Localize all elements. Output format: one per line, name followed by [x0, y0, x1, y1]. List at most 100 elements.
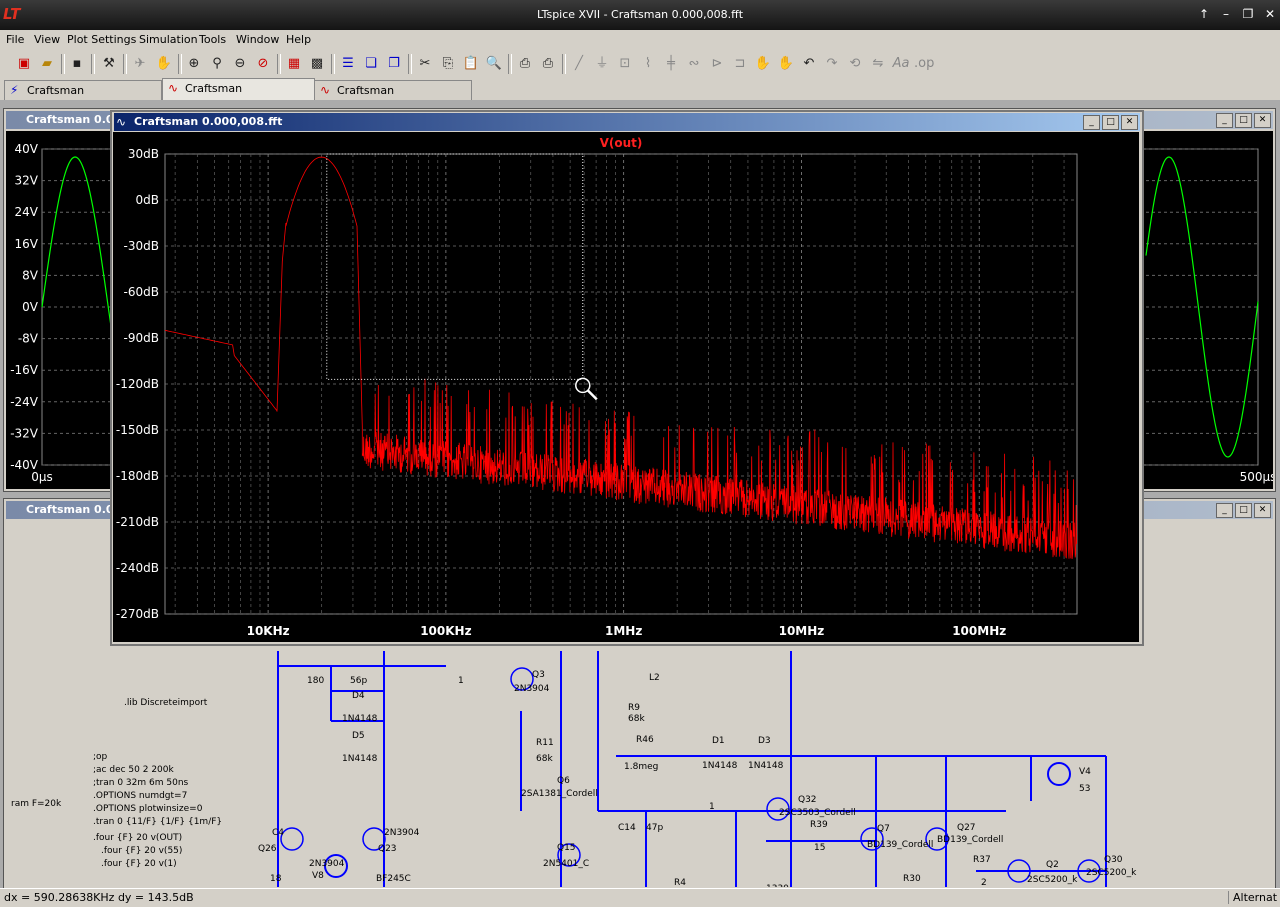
new-schematic-icon[interactable]: ▣: [14, 54, 34, 74]
redo-icon[interactable]: ↷: [822, 54, 842, 74]
window-close-button[interactable]: ✕: [1121, 115, 1138, 130]
spice-directive: .four {F} 20 v(55): [101, 846, 182, 856]
component-label: 1330: [766, 884, 789, 887]
component-label: Q32: [798, 795, 817, 805]
tab-fft[interactable]: ∿ Craftsman 0.000,008.fft: [162, 78, 315, 114]
text-icon[interactable]: Aa: [891, 54, 911, 74]
component-label: 2N3904: [514, 684, 550, 694]
y-tick-label: -90dB: [124, 331, 159, 345]
ground-icon[interactable]: ⏚: [592, 54, 612, 74]
control-panel-icon[interactable]: ⚒: [99, 54, 119, 74]
component-label: 1N4148: [702, 761, 738, 771]
tab-raw[interactable]: ∿ Craftsman 0.000,008.raw: [314, 80, 472, 116]
run-icon[interactable]: ✈: [130, 54, 150, 74]
component-label: 1N4148: [748, 761, 784, 771]
component-label: R46: [636, 735, 654, 745]
zoom-cancel-icon[interactable]: ⊘: [253, 54, 273, 74]
window-controls: _ □ ✕: [1214, 112, 1271, 128]
window-minimize-button[interactable]: _: [1083, 115, 1100, 130]
window-maximize-button[interactable]: □: [1235, 503, 1252, 518]
window-minimize-button[interactable]: _: [1216, 503, 1233, 518]
undo-icon[interactable]: ↶: [799, 54, 819, 74]
halt-icon[interactable]: ✋: [154, 54, 174, 74]
window-minimize-button[interactable]: _: [1216, 113, 1233, 128]
tab-schematic[interactable]: ⚡ Craftsman 0.000,008.asc: [4, 80, 162, 116]
component-label: 2SA1381_Cordell: [521, 789, 598, 799]
tile-vertical-icon[interactable]: ❐: [384, 54, 404, 74]
fft-window[interactable]: Craftsman 0.000,008.fft ∿ _ □ ✕ 30dB 0dB -30…: [110, 110, 1144, 646]
status-mode: Alternat: [1228, 891, 1277, 904]
component-label: Q7: [877, 824, 890, 834]
print-icon[interactable]: ⎙: [538, 54, 558, 74]
close-button[interactable]: ✕: [1260, 6, 1280, 22]
save-icon[interactable]: ▪: [67, 54, 87, 74]
component-label: 47p: [646, 823, 663, 833]
y-tick-label: -30dB: [124, 239, 159, 253]
resistor-icon[interactable]: ⌇: [638, 54, 658, 74]
waveform-icon: ∿: [116, 115, 127, 129]
component-label: 2N5401_C: [543, 859, 589, 869]
component-label: 1.8meg: [624, 762, 658, 772]
component-label: 68k: [628, 714, 645, 724]
menu-plot-settings[interactable]: Plot Settings: [67, 33, 136, 46]
copy-icon[interactable]: ⎘: [438, 54, 458, 74]
menu-help[interactable]: Help: [286, 33, 311, 46]
zoom-pan-icon[interactable]: ⚲: [207, 54, 227, 74]
menu-window[interactable]: Window: [236, 33, 279, 46]
component-label: 2SC5200_k: [1027, 875, 1078, 885]
open-folder-icon[interactable]: ▰: [37, 54, 57, 74]
component-label: R39: [810, 820, 828, 830]
component-label: 15: [814, 843, 825, 853]
menu-file[interactable]: File: [6, 33, 24, 46]
restore-button[interactable]: ❐: [1238, 6, 1258, 22]
trace-time-left: [41, 156, 115, 348]
up-arrow-icon[interactable]: ↑: [1194, 6, 1214, 22]
menu-view[interactable]: View: [34, 33, 60, 46]
component-label: Q26: [258, 844, 277, 854]
trace-label: V(out): [600, 136, 643, 150]
menu-tools[interactable]: Tools: [199, 33, 226, 46]
spice-directive-icon[interactable]: .op: [914, 54, 934, 74]
paste-icon[interactable]: 📋: [461, 54, 481, 74]
window-title: LTspice XVII - Craftsman 0.000,008.fft: [536, 8, 744, 21]
fft-plot[interactable]: 30dB 0dB -30dB -60dB -90dB -120dB -150dB -180dB…: [113, 132, 1139, 642]
zoom-out-icon[interactable]: ⊖: [230, 54, 250, 74]
x-tick-label: 100KHz: [420, 624, 471, 638]
mirror-icon[interactable]: ⇋: [868, 54, 888, 74]
component-label: D5: [352, 731, 365, 741]
minimize-button[interactable]: –: [1216, 6, 1236, 22]
window-maximize-button[interactable]: □: [1235, 113, 1252, 128]
tile-horizontal-icon[interactable]: ☰: [338, 54, 358, 74]
wire-icon[interactable]: ╱: [569, 54, 589, 74]
y-tick-label: 24V: [15, 205, 39, 219]
capacitor-icon[interactable]: ╪: [661, 54, 681, 74]
fft-plot-area[interactable]: 30dB 0dB -30dB -60dB -90dB -120dB -150dB -180dB…: [113, 132, 1139, 642]
window-controls: _ □ ✕: [1081, 114, 1138, 130]
window-close-button[interactable]: ✕: [1254, 503, 1271, 518]
window-titlebar[interactable]: Craftsman 0.000,008.fft: [114, 113, 1140, 131]
component-label: 1: [709, 802, 715, 812]
drag-icon[interactable]: ✋: [776, 54, 796, 74]
cascade-icon[interactable]: ❏: [361, 54, 381, 74]
diode-icon[interactable]: ⊳: [707, 54, 727, 74]
voltage-source-symbol: [1047, 762, 1071, 786]
component-icon[interactable]: ⊐: [730, 54, 750, 74]
window-close-button[interactable]: ✕: [1254, 113, 1271, 128]
menu-simulation[interactable]: Simulation: [139, 33, 198, 46]
rotate-icon[interactable]: ⟲: [845, 54, 865, 74]
print-setup-icon[interactable]: ⎙: [515, 54, 535, 74]
toolbar-separator: [91, 54, 95, 74]
zoom-extents-icon[interactable]: ▩: [307, 54, 327, 74]
spice-directive: .four {F} 20 v(1): [101, 859, 177, 869]
autorange-icon[interactable]: ▦: [284, 54, 304, 74]
inductor-icon[interactable]: ∾: [684, 54, 704, 74]
cut-icon[interactable]: ✂: [415, 54, 435, 74]
x-tick-label: 500µs: [1240, 470, 1273, 484]
component-label: Q30: [1104, 855, 1123, 865]
window-maximize-button[interactable]: □: [1102, 115, 1119, 130]
move-icon[interactable]: ✋: [753, 54, 773, 74]
find-icon[interactable]: 🔍: [484, 54, 504, 74]
y-tick-label: -150dB: [116, 423, 159, 437]
zoom-in-icon[interactable]: ⊕: [184, 54, 204, 74]
label-net-icon[interactable]: ⊡: [615, 54, 635, 74]
